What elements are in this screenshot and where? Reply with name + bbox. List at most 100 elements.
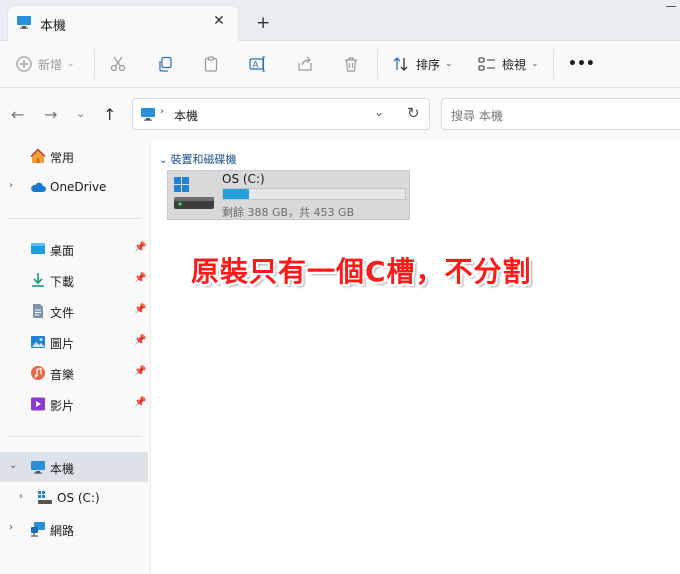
view-button[interactable]: 檢視 ⌄ (478, 49, 539, 79)
command-bar: 新增 ⌄ A 排序 ⌄ 檢視 ⌄ ••• (0, 41, 680, 88)
sidebar-item-label: 網路 (50, 524, 75, 538)
chevron-down-icon: ⌄ (67, 59, 75, 69)
rename-icon: A (249, 56, 265, 72)
up-arrow-icon[interactable]: ↑ (103, 105, 116, 124)
separator (377, 49, 378, 79)
annotation-text: 原裝只有一個C槽，不分割 (191, 255, 532, 288)
sidebar-item-label: 圖片 (50, 337, 75, 351)
search-input[interactable]: 搜尋 本機 (451, 107, 503, 124)
sidebar-item-label: OS (C:) (57, 491, 100, 505)
sidebar-item-desktop[interactable]: 桌面 📌 (0, 234, 148, 264)
cloud-icon (31, 182, 46, 192)
music-icon (31, 366, 45, 380)
sidebar-item-label: 常用 (50, 151, 75, 165)
close-icon[interactable]: ✕ (211, 13, 227, 29)
divider (8, 218, 140, 219)
computer-icon (141, 108, 155, 121)
chevron-right-icon[interactable]: › (19, 491, 23, 502)
navigation-pane: 常用 › OneDrive 桌面 📌 下載 📌 文件 📌 圖片 📌 音樂 📌 影… (0, 140, 151, 574)
sidebar-item-label: 下載 (50, 275, 75, 289)
pin-icon[interactable]: 📌 (134, 304, 146, 315)
back-arrow-icon[interactable]: ← (11, 105, 24, 124)
sidebar-item-label: 文件 (50, 306, 75, 320)
pin-icon[interactable]: 📌 (134, 366, 146, 377)
drive-usage-bar (222, 188, 406, 200)
delete-button[interactable] (343, 49, 359, 79)
sidebar-item-videos[interactable]: 影片 📌 (0, 389, 148, 419)
content-pane: ⌄ 裝置和磁碟機 OS (C:) 剩餘 388 GB，共 453 GB 原裝只有… (151, 140, 680, 574)
sidebar-item-pictures[interactable]: 圖片 📌 (0, 327, 148, 357)
new-tab-button[interactable]: + (256, 13, 270, 33)
copy-button[interactable] (157, 49, 173, 79)
video-icon (31, 397, 45, 411)
breadcrumb[interactable]: 本機 (174, 107, 198, 124)
copy-icon (159, 56, 172, 72)
separator (553, 49, 554, 79)
drive-icon (38, 491, 52, 504)
chevron-right-icon[interactable]: › (9, 180, 13, 191)
trash-icon (345, 57, 357, 72)
sidebar-item-label: OneDrive (50, 180, 107, 194)
drive-usage-fill (223, 189, 250, 199)
network-icon (31, 522, 45, 537)
sort-button[interactable]: 排序 ⌄ (392, 49, 453, 79)
home-icon (30, 148, 46, 163)
view-icon (478, 57, 495, 71)
tab-bar: 本機 ✕ + (0, 0, 680, 41)
paste-button[interactable] (203, 49, 219, 79)
breadcrumb-chevron-icon: › (160, 106, 164, 117)
recent-chevron-icon[interactable]: ⌄ (76, 107, 85, 120)
chevron-down-icon: ⌄ (445, 59, 453, 69)
sidebar-item-onedrive[interactable]: › OneDrive (0, 172, 148, 202)
sidebar-item-os-drive[interactable]: › OS (C:) (0, 483, 148, 513)
chevron-down-icon: ⌄ (159, 155, 171, 166)
group-header[interactable]: ⌄ 裝置和磁碟機 (159, 151, 237, 167)
search-box[interactable]: 搜尋 本機 (441, 98, 680, 130)
more-label: ••• (568, 56, 595, 72)
desktop-folder-icon (31, 243, 45, 254)
refresh-icon[interactable]: ↻ (407, 104, 420, 122)
sidebar-item-network[interactable]: › 網路 (0, 514, 148, 544)
separator (94, 49, 95, 79)
pin-icon[interactable]: 📌 (134, 335, 146, 346)
share-button[interactable] (297, 49, 313, 79)
rename-button[interactable]: A (249, 49, 267, 79)
minimize-icon[interactable] (666, 6, 676, 7)
hard-drive-icon (174, 177, 214, 209)
history-dropdown-icon[interactable]: ⌄ (374, 105, 384, 119)
chevron-down-icon: ⌄ (531, 59, 539, 69)
divider (8, 436, 140, 437)
drive-tile-os[interactable]: OS (C:) 剩餘 388 GB，共 453 GB (167, 170, 410, 220)
chevron-down-icon[interactable]: ⌄ (9, 460, 17, 471)
pin-icon[interactable]: 📌 (134, 273, 146, 284)
share-icon (298, 56, 312, 71)
pin-icon[interactable]: 📌 (134, 397, 146, 408)
sidebar-item-this-pc[interactable]: ⌄ 本機 (0, 452, 148, 482)
computer-icon (31, 461, 45, 474)
sort-label: 排序 (416, 57, 441, 72)
address-row: ← → ⌄ ↑ › 本機 ⌄ ↻ 搜尋 本機 (0, 88, 680, 141)
plus-circle-icon (16, 56, 32, 72)
sidebar-item-documents[interactable]: 文件 📌 (0, 296, 148, 326)
tab-this-pc[interactable]: 本機 ✕ (8, 6, 238, 41)
cut-button[interactable] (110, 49, 126, 79)
new-button[interactable]: 新增 ⌄ (16, 49, 75, 79)
chevron-right-icon[interactable]: › (9, 522, 13, 533)
svg-text:A: A (253, 60, 259, 70)
download-icon (32, 273, 44, 287)
more-button[interactable]: ••• (568, 49, 595, 79)
forward-arrow-icon[interactable]: → (44, 105, 57, 124)
document-icon (33, 304, 43, 318)
sidebar-item-downloads[interactable]: 下載 📌 (0, 265, 148, 295)
tab-title: 本機 (40, 19, 67, 34)
scissors-icon (110, 56, 126, 72)
sort-icon (393, 57, 408, 71)
sidebar-item-label: 本機 (50, 462, 75, 476)
new-label: 新增 (38, 57, 63, 72)
address-bar[interactable]: › 本機 ⌄ ↻ (132, 98, 430, 130)
sidebar-item-home[interactable]: 常用 (0, 141, 148, 171)
sidebar-item-label: 桌面 (50, 244, 75, 258)
drive-name: OS (C:) (222, 172, 265, 186)
pin-icon[interactable]: 📌 (134, 242, 146, 253)
sidebar-item-music[interactable]: 音樂 📌 (0, 358, 148, 388)
